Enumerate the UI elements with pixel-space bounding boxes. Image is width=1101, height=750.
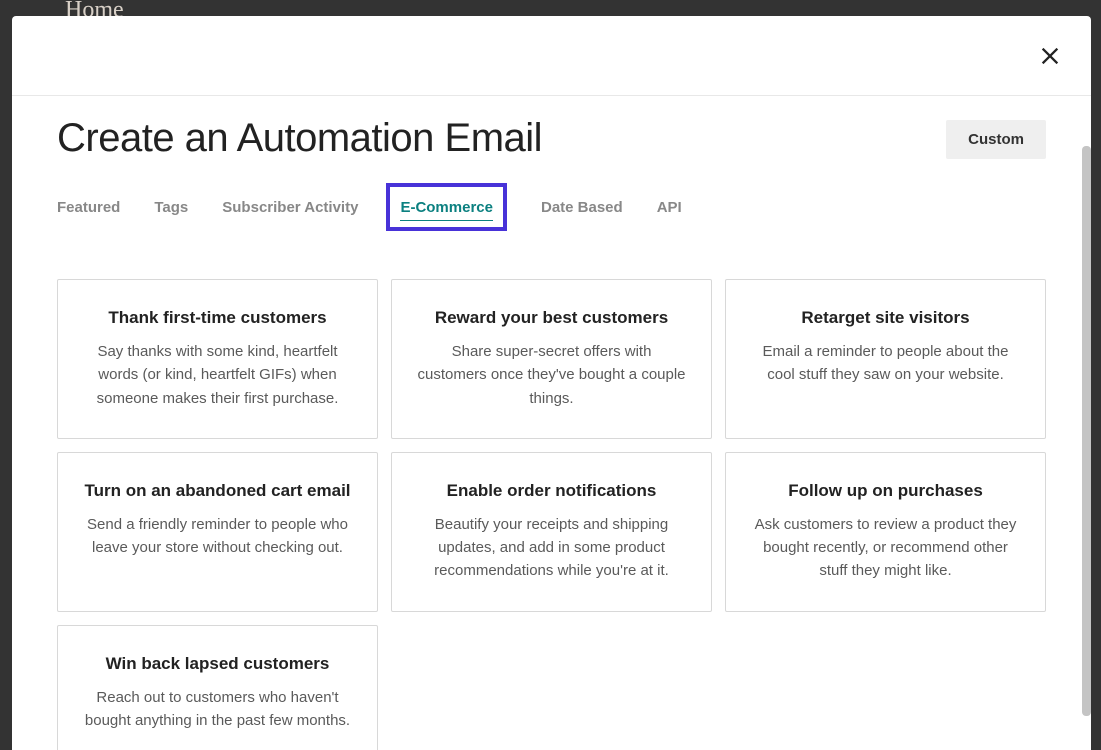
card-desc: Reach out to customers who haven't bough…	[82, 686, 353, 733]
card-desc: Email a reminder to people about the coo…	[750, 340, 1021, 387]
modal-content: Create an Automation Email Custom Featur…	[12, 96, 1091, 750]
card-title: Thank first-time customers	[82, 308, 353, 328]
tab-api[interactable]: API	[657, 193, 682, 231]
card-title: Follow up on purchases	[750, 481, 1021, 501]
card-title: Turn on an abandoned cart email	[82, 481, 353, 501]
scrollbar[interactable]	[1082, 146, 1091, 716]
card-desc: Ask customers to review a product they b…	[750, 513, 1021, 583]
automation-modal: Create an Automation Email Custom Featur…	[12, 16, 1091, 750]
card-title: Retarget site visitors	[750, 308, 1021, 328]
card-desc: Beautify your receipts and shipping upda…	[416, 513, 687, 583]
tabs: Featured Tags Subscriber Activity E-Comm…	[57, 193, 1046, 231]
card-win-back[interactable]: Win back lapsed customers Reach out to c…	[57, 625, 378, 750]
card-desc: Send a friendly reminder to people who l…	[82, 513, 353, 560]
card-follow-up[interactable]: Follow up on purchases Ask customers to …	[725, 452, 1046, 612]
cards-grid: Thank first-time customers Say thanks wi…	[57, 279, 1046, 750]
card-title: Win back lapsed customers	[82, 654, 353, 674]
modal-topbar	[12, 16, 1091, 96]
card-reward-best[interactable]: Reward your best customers Share super-s…	[391, 279, 712, 439]
close-icon[interactable]	[1039, 45, 1061, 67]
card-title: Reward your best customers	[416, 308, 687, 328]
tab-featured[interactable]: Featured	[57, 193, 120, 231]
tab-date-based[interactable]: Date Based	[541, 193, 623, 231]
tab-ecommerce-highlight: E-Commerce	[386, 183, 507, 231]
custom-button[interactable]: Custom	[946, 120, 1046, 159]
page-title: Create an Automation Email	[57, 116, 542, 161]
card-abandoned-cart[interactable]: Turn on an abandoned cart email Send a f…	[57, 452, 378, 612]
tab-e-commerce[interactable]: E-Commerce	[400, 193, 493, 221]
card-order-notifications[interactable]: Enable order notifications Beautify your…	[391, 452, 712, 612]
tab-tags[interactable]: Tags	[154, 193, 188, 231]
card-desc: Share super-secret offers with customers…	[416, 340, 687, 410]
tab-subscriber-activity[interactable]: Subscriber Activity	[222, 193, 358, 231]
card-thank-first-time[interactable]: Thank first-time customers Say thanks wi…	[57, 279, 378, 439]
card-retarget-visitors[interactable]: Retarget site visitors Email a reminder …	[725, 279, 1046, 439]
card-desc: Say thanks with some kind, heartfelt wor…	[82, 340, 353, 410]
header-row: Create an Automation Email Custom	[57, 116, 1046, 161]
card-title: Enable order notifications	[416, 481, 687, 501]
